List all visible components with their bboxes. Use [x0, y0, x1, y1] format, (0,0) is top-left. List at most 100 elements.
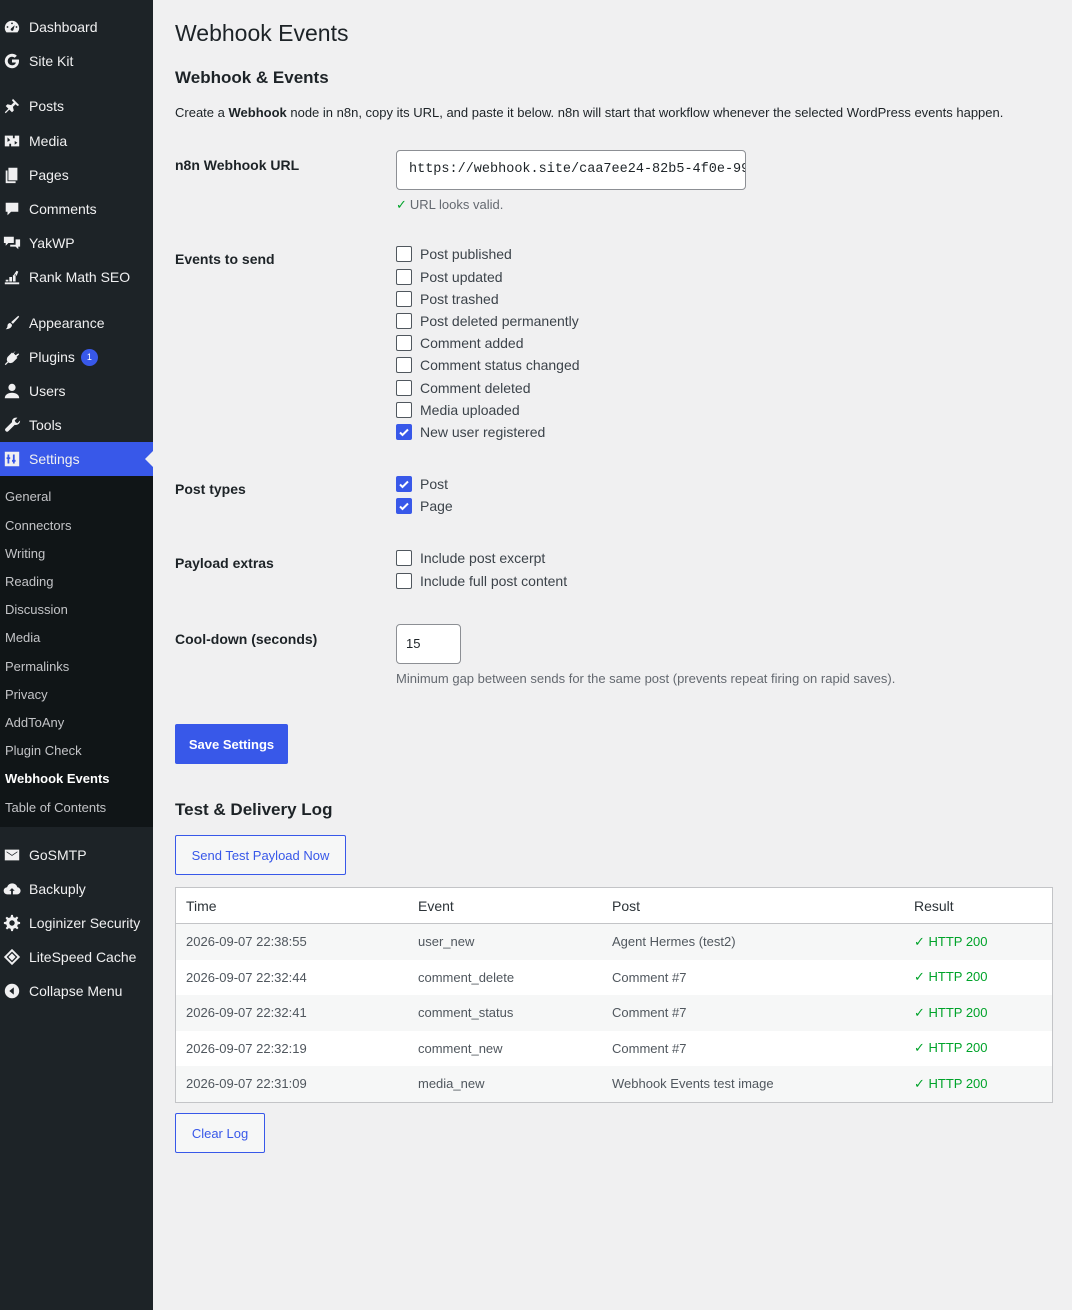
- submenu-general[interactable]: General: [5, 489, 51, 504]
- checkbox-box[interactable]: [396, 246, 412, 262]
- checkbox-new-user-registered[interactable]: New user registered: [396, 423, 545, 441]
- menu-dashboard[interactable]: Dashboard: [0, 10, 153, 44]
- submenu-addtoany[interactable]: AddToAny: [5, 715, 64, 730]
- checkbox-comment-added[interactable]: Comment added: [396, 334, 524, 352]
- menu-yakwp[interactable]: YakWP: [0, 226, 153, 260]
- submenu-plugin-check[interactable]: Plugin Check: [5, 743, 82, 758]
- checkbox-post[interactable]: Post: [396, 475, 448, 493]
- submenu-webhook-events[interactable]: Webhook Events: [5, 771, 110, 786]
- checkbox-box[interactable]: [396, 424, 412, 440]
- checkbox-label: Post updated: [420, 269, 503, 285]
- checkbox-post-published[interactable]: Post published: [396, 245, 512, 263]
- cell-time: 2026-09-07 22:38:55: [186, 934, 307, 950]
- menu-appearance[interactable]: Appearance: [0, 306, 153, 340]
- cell-time: 2026-09-07 22:32:44: [186, 969, 307, 985]
- menu-posts[interactable]: Posts: [0, 89, 153, 123]
- menu-comments[interactable]: Comments: [0, 192, 153, 226]
- submenu-media[interactable]: Media: [5, 630, 40, 645]
- checkbox-comment-deleted[interactable]: Comment deleted: [396, 379, 531, 397]
- menu-label: Appearance: [29, 315, 105, 331]
- checkbox-label: Page: [420, 498, 453, 514]
- events-label: Events to send: [175, 251, 275, 267]
- checkbox-box[interactable]: [396, 498, 412, 514]
- cell-event: comment_new: [418, 1040, 503, 1056]
- checkmark-icon: [399, 428, 409, 437]
- cell-result: ✓ HTTP 200: [914, 1075, 988, 1091]
- cell-result: ✓ HTTP 200: [914, 1040, 988, 1056]
- table-header: Time Event Post Result: [176, 888, 1052, 924]
- checkbox-box[interactable]: [396, 335, 412, 351]
- checkbox-box[interactable]: [396, 402, 412, 418]
- webhook-url-input[interactable]: https://webhook.site/caa7ee24-82b5-4f0e-…: [396, 150, 746, 190]
- clear-log-button[interactable]: Clear Log: [175, 1113, 265, 1153]
- url-valid-message: ✓ URL looks valid.: [396, 197, 504, 212]
- menu-loginizer[interactable]: Loginizer Security: [0, 906, 153, 940]
- checkbox-media-uploaded[interactable]: Media uploaded: [396, 401, 520, 419]
- checkbox-box[interactable]: [396, 573, 412, 589]
- user-icon: [2, 381, 22, 401]
- checkbox-post-trashed[interactable]: Post trashed: [396, 290, 499, 308]
- checkbox-comment-status-changed[interactable]: Comment status changed: [396, 356, 580, 374]
- send-test-payload-button[interactable]: Send Test Payload Now: [175, 835, 346, 875]
- checkbox-box[interactable]: [396, 269, 412, 285]
- check-icon: ✓: [396, 197, 407, 212]
- checkbox-post-updated[interactable]: Post updated: [396, 268, 503, 286]
- menu-media[interactable]: Media: [0, 124, 153, 158]
- checkbox-box[interactable]: [396, 476, 412, 492]
- checkbox-label: Post trashed: [420, 291, 499, 307]
- checkbox-include-post-excerpt[interactable]: Include post excerpt: [396, 549, 545, 567]
- chat-bubbles-icon: [2, 233, 22, 253]
- pages-icon: [2, 165, 22, 185]
- checkbox-post-deleted-permanently[interactable]: Post deleted permanently: [396, 312, 579, 330]
- submenu-table-of-contents[interactable]: Table of Contents: [5, 800, 106, 815]
- submenu-privacy[interactable]: Privacy: [5, 687, 48, 702]
- menu-plugins[interactable]: Plugins 1: [0, 340, 153, 374]
- submenu-discussion[interactable]: Discussion: [5, 602, 68, 617]
- checkbox-label: Include full post content: [420, 573, 568, 589]
- menu-label: GoSMTP: [29, 847, 87, 863]
- checkbox-box[interactable]: [396, 291, 412, 307]
- google-icon: [2, 51, 22, 71]
- checkbox-box[interactable]: [396, 357, 412, 373]
- url-label: n8n Webhook URL: [175, 157, 300, 173]
- delivery-log-table: Time Event Post Result 2026-09-07 22:38:…: [175, 887, 1053, 1103]
- checkbox-page[interactable]: Page: [396, 497, 453, 515]
- menu-gosmtp[interactable]: GoSMTP: [0, 838, 153, 872]
- menu-backuply[interactable]: Backuply: [0, 872, 153, 906]
- menu-users[interactable]: Users: [0, 374, 153, 408]
- menu-rank-math[interactable]: Rank Math SEO: [0, 260, 153, 294]
- checkbox-label: Post: [420, 476, 449, 492]
- menu-settings[interactable]: Settings: [0, 442, 153, 476]
- cooldown-input[interactable]: 15: [396, 624, 461, 664]
- dashboard-icon: [2, 17, 22, 37]
- diamond-icon: [2, 947, 22, 967]
- page-title: Webhook Events: [175, 20, 349, 46]
- menu-label: YakWP: [29, 235, 75, 251]
- menu-label: Collapse Menu: [29, 983, 123, 999]
- cell-post: Comment #7: [612, 969, 687, 985]
- submenu-connectors[interactable]: Connectors: [5, 518, 71, 533]
- menu-label: Backuply: [29, 881, 86, 897]
- settings-icon: [2, 449, 22, 469]
- checkbox-label: Comment deleted: [420, 380, 531, 396]
- menu-label: Comments: [29, 201, 97, 217]
- save-settings-button[interactable]: Save Settings: [175, 724, 288, 764]
- menu-collapse[interactable]: Collapse Menu: [0, 974, 153, 1008]
- menu-tools[interactable]: Tools: [0, 408, 153, 442]
- submenu-writing[interactable]: Writing: [5, 546, 45, 561]
- menu-pages[interactable]: Pages: [0, 158, 153, 192]
- submenu-reading[interactable]: Reading: [5, 574, 53, 589]
- submenu-permalinks[interactable]: Permalinks: [5, 659, 69, 674]
- checkbox-include-full-post-content[interactable]: Include full post content: [396, 572, 567, 590]
- checkbox-label: New user registered: [420, 424, 546, 440]
- cooldown-label: Cool-down (seconds): [175, 631, 318, 647]
- menu-site-kit[interactable]: Site Kit: [0, 44, 153, 78]
- media-icon: [2, 131, 22, 151]
- checkbox-box[interactable]: [396, 313, 412, 329]
- menu-label: Plugins: [29, 349, 75, 365]
- menu-litespeed[interactable]: LiteSpeed Cache: [0, 940, 153, 974]
- checkbox-box[interactable]: [396, 550, 412, 566]
- page-description: Create a Webhook node in n8n, copy its U…: [175, 105, 1004, 120]
- checkbox-box[interactable]: [396, 380, 412, 396]
- header-post: Post: [612, 897, 641, 914]
